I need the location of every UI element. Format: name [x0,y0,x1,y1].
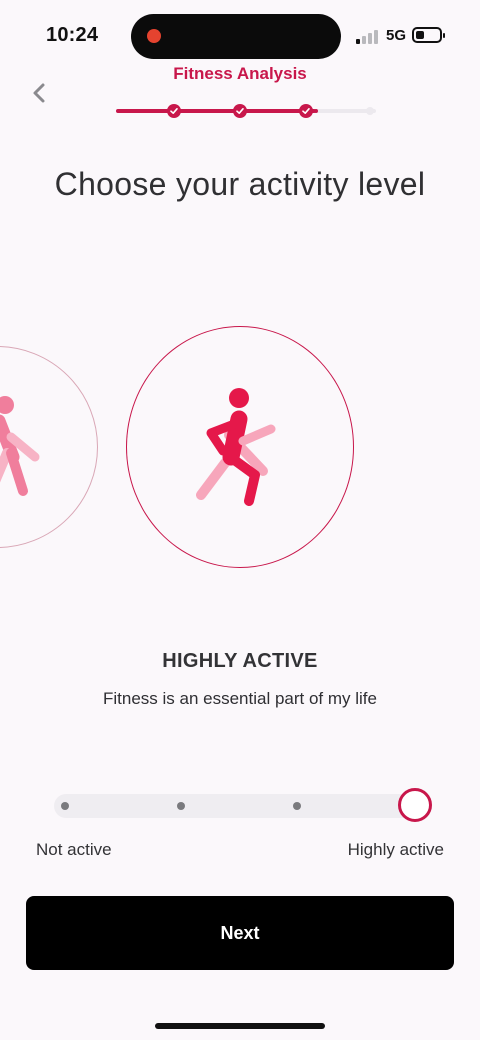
next-button[interactable]: Next [26,896,454,970]
progress-fill [116,109,316,113]
step-complete-check-icon [299,104,313,118]
walking-person-icon [0,396,40,496]
step-complete-check-icon [167,104,181,118]
slider-stop[interactable] [61,802,69,810]
page-title: Choose your activity level [54,166,426,202]
activity-option-selected[interactable] [126,326,354,568]
dynamic-island [131,14,341,59]
header-title: Fitness Analysis [173,64,307,83]
slider-stop[interactable] [293,802,301,810]
step-progress-bar [116,104,376,118]
signal-icon [356,28,380,44]
battery-icon [412,27,445,43]
chevron-left-icon [33,83,45,103]
slider-min-label: Not active [36,840,112,859]
slider-thumb[interactable] [398,788,432,822]
activity-level-slider[interactable] [54,788,432,822]
slider-stop[interactable] [177,802,185,810]
progress-current-dot [314,109,318,113]
progress-end-dot [366,107,374,115]
home-indicator [155,1023,325,1029]
activity-level-title: HIGHLY ACTIVE [162,650,318,672]
activity-option-previous[interactable] [0,346,98,548]
fitness-activity-screen: 10:24 5G Fitness Analysis Choose your ac… [0,0,480,1040]
network-type: 5G [386,27,407,44]
slider-max-label: Highly active [347,840,444,859]
battery-level [416,31,424,39]
activity-level-description: Fitness is an essential part of my life [102,689,377,708]
recording-indicator-icon [147,29,161,43]
status-time: 10:24 [46,24,99,46]
running-person-icon [196,388,276,506]
step-complete-check-icon [233,104,247,118]
